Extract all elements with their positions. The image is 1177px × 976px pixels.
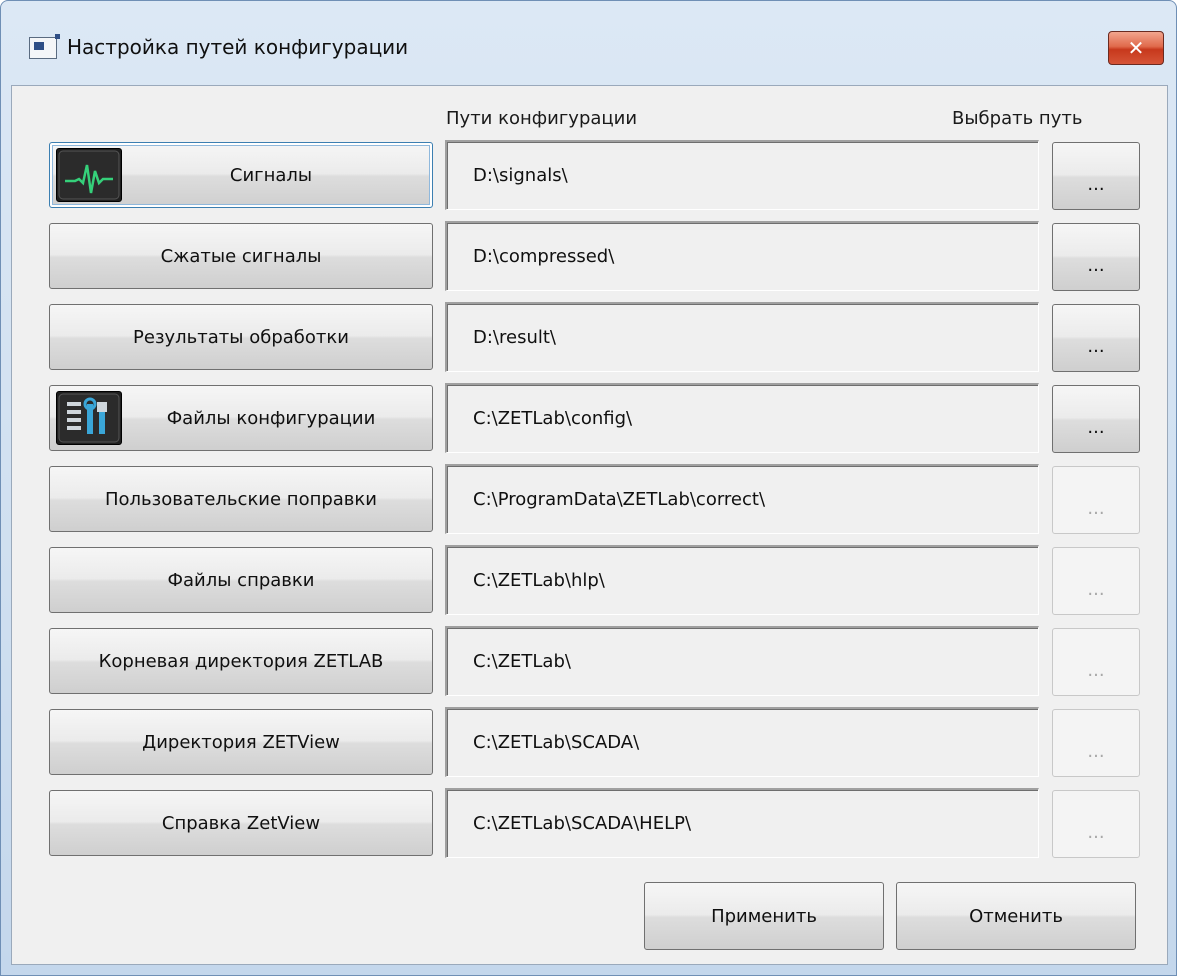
help-files-button-label: Файлы справки	[167, 569, 315, 591]
signal-waveform-icon	[56, 148, 122, 202]
config-files-browse-button[interactable]: ...	[1052, 385, 1140, 453]
config-paths-dialog: Настройка путей конфигурации ✕ Пути конф…	[0, 0, 1177, 976]
processing-results-path-field[interactable]: D:\result\	[445, 302, 1039, 372]
dialog-client-area: Пути конфигурации Выбрать путь Сигналы D…	[11, 85, 1168, 965]
zetview-help-path-field[interactable]: C:\ZETLab\SCADA\HELP\	[445, 788, 1039, 858]
zetlab-root-button[interactable]: Корневая директория ZETLAB	[49, 628, 433, 694]
processing-results-button-label: Результаты обработки	[133, 326, 349, 348]
signals-button-label: Сигналы	[229, 164, 313, 186]
compressed-signals-button[interactable]: Сжатые сигналы	[49, 223, 433, 289]
help-files-browse-button: ...	[1052, 547, 1140, 615]
tools-settings-icon	[56, 391, 122, 445]
zetlab-root-button-label: Корневая директория ZETLAB	[98, 650, 384, 672]
cancel-button[interactable]: Отменить	[896, 882, 1136, 950]
zetview-help-browse-button: ...	[1052, 790, 1140, 858]
signals-button[interactable]: Сигналы	[49, 142, 433, 208]
help-files-path-field[interactable]: C:\ZETLab\hlp\	[445, 545, 1039, 615]
compressed-signals-browse-button[interactable]: ...	[1052, 223, 1140, 291]
window-title: Настройка путей конфигурации	[67, 35, 409, 59]
user-corrections-browse-button: ...	[1052, 466, 1140, 534]
choose-path-column-header: Выбрать путь	[952, 108, 1083, 129]
user-corrections-button[interactable]: Пользовательские поправки	[49, 466, 433, 532]
app-window-icon	[29, 34, 60, 59]
compressed-signals-path-field[interactable]: D:\compressed\	[445, 221, 1039, 291]
processing-results-button[interactable]: Результаты обработки	[49, 304, 433, 370]
signals-path-field[interactable]: D:\signals\	[445, 140, 1039, 210]
close-button[interactable]: ✕	[1108, 31, 1164, 65]
apply-button[interactable]: Применить	[644, 882, 884, 950]
compressed-signals-button-label: Сжатые сигналы	[160, 245, 322, 267]
zetview-help-button-label: Справка ZetView	[161, 812, 321, 834]
processing-results-browse-button[interactable]: ...	[1052, 304, 1140, 372]
title-bar[interactable]: Настройка путей конфигурации ✕	[1, 1, 1176, 85]
zetview-dir-browse-button: ...	[1052, 709, 1140, 777]
zetlab-root-path-field[interactable]: C:\ZETLab\	[445, 626, 1039, 696]
help-files-button[interactable]: Файлы справки	[49, 547, 433, 613]
zetview-help-button[interactable]: Справка ZetView	[49, 790, 433, 856]
paths-column-header: Пути конфигурации	[446, 108, 638, 129]
config-files-button[interactable]: Файлы конфигурации	[49, 385, 433, 451]
config-files-button-label: Файлы конфигурации	[166, 407, 376, 429]
zetlab-root-browse-button: ...	[1052, 628, 1140, 696]
zetview-dir-path-field[interactable]: C:\ZETLab\SCADA\	[445, 707, 1039, 777]
user-corrections-path-field[interactable]: C:\ProgramData\ZETLab\correct\	[445, 464, 1039, 534]
user-corrections-button-label: Пользовательские поправки	[104, 488, 377, 510]
signals-browse-button[interactable]: ...	[1052, 142, 1140, 210]
config-files-path-field[interactable]: C:\ZETLab\config\	[445, 383, 1039, 453]
zetview-dir-button-label: Директория ZETView	[142, 731, 340, 753]
zetview-dir-button[interactable]: Директория ZETView	[49, 709, 433, 775]
